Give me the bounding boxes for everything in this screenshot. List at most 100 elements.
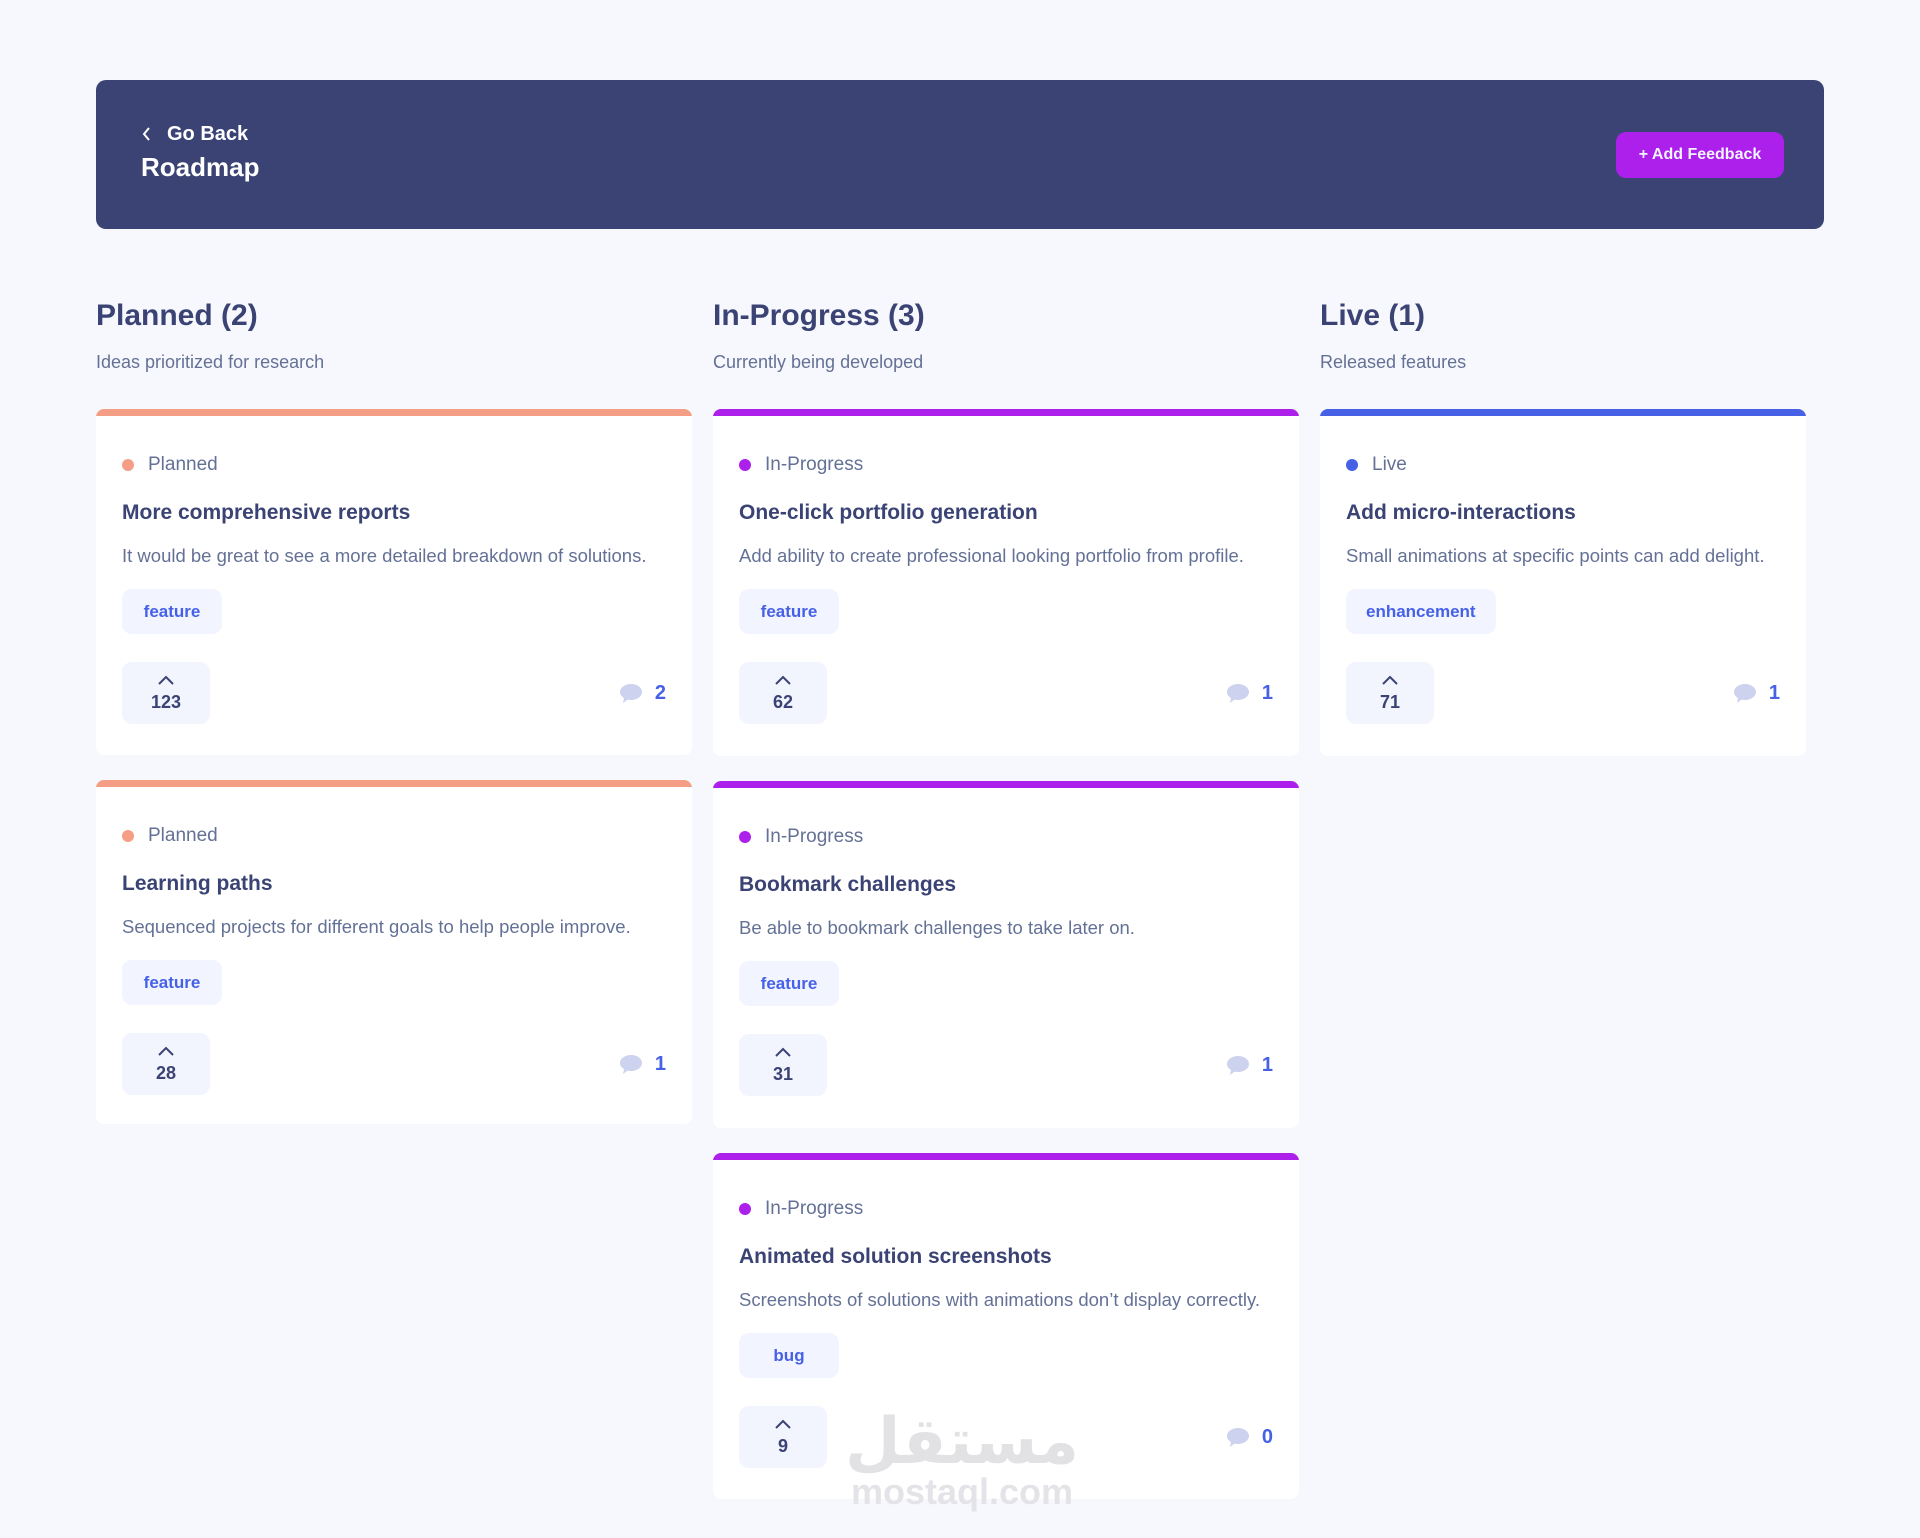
- category-tag: feature: [122, 960, 222, 1005]
- comment-count: 1: [1261, 1053, 1273, 1076]
- status-label: In-Progress: [739, 1197, 1273, 1221]
- roadmap-card[interactable]: Live Add micro-interactions Small animat…: [1320, 409, 1806, 756]
- comments-count: 1: [1226, 682, 1273, 705]
- upvote-button[interactable]: 28: [122, 1033, 210, 1095]
- page-title: Roadmap: [141, 151, 260, 182]
- comment-bubble-icon: [1226, 1427, 1250, 1448]
- roadmap-page: { "header": { "go_back_label": "Go Back"…: [0, 0, 1920, 1538]
- card-description: Sequenced projects for different goals t…: [122, 916, 631, 937]
- roadmap-card[interactable]: In-Progress Animated solution screenshot…: [713, 1153, 1299, 1499]
- chevron-up-icon: [157, 1045, 175, 1057]
- comments-count: 2: [619, 682, 666, 705]
- card-title[interactable]: One-click portfolio generation: [739, 499, 1273, 527]
- column-title: Planned (2): [96, 299, 258, 332]
- comment-bubble-icon: [619, 683, 643, 704]
- card-title[interactable]: Bookmark challenges: [739, 871, 1273, 899]
- go-back-link[interactable]: Go Back: [141, 123, 259, 146]
- column-description: Released features: [1320, 352, 1467, 372]
- upvote-count: 28: [155, 1062, 177, 1083]
- upvote-button[interactable]: 9: [739, 1406, 827, 1468]
- status-text: Planned: [148, 825, 218, 846]
- status-bar: [96, 409, 692, 416]
- status-dot-icon: [739, 459, 751, 471]
- upvote-count: 71: [1379, 691, 1401, 712]
- comment-bubble-icon: [1733, 683, 1757, 704]
- comments-count: 0: [1226, 1426, 1273, 1449]
- upvote-count: 9: [777, 1435, 788, 1456]
- status-dot-icon: [739, 831, 751, 843]
- roadmap-card[interactable]: In-Progress One-click portfolio generati…: [713, 409, 1299, 756]
- roadmap-card[interactable]: Planned Learning paths Sequenced project…: [96, 780, 692, 1124]
- comment-count: 2: [654, 681, 666, 704]
- upvote-count: 31: [772, 1063, 794, 1084]
- category-tag: enhancement: [1346, 589, 1496, 634]
- comment-count: 0: [1261, 1425, 1273, 1448]
- card-title[interactable]: Learning paths: [122, 870, 666, 898]
- roadmap-card[interactable]: Planned More comprehensive reports It wo…: [96, 409, 692, 755]
- add-feedback-button[interactable]: + Add Feedback: [1616, 131, 1784, 178]
- chevron-up-icon: [157, 674, 175, 686]
- status-text: In-Progress: [765, 454, 864, 475]
- status-text: Live: [1372, 454, 1407, 475]
- column-title: In-Progress (3): [713, 299, 925, 332]
- status-dot-icon: [122, 830, 134, 842]
- upvote-count: 123: [150, 691, 182, 712]
- upvote-count: 62: [772, 691, 794, 712]
- status-dot-icon: [122, 459, 134, 471]
- comment-bubble-icon: [1226, 683, 1250, 704]
- column-description: Ideas prioritized for research: [96, 352, 325, 372]
- comments-count: 1: [1733, 682, 1780, 705]
- category-tag: feature: [739, 961, 839, 1006]
- card-title[interactable]: Animated solution screenshots: [739, 1243, 1273, 1271]
- chevron-left-icon: [141, 126, 153, 142]
- card-description: Small animations at specific points can …: [1346, 545, 1765, 566]
- status-bar: [713, 781, 1299, 788]
- card-description: Be able to bookmark challenges to take l…: [739, 917, 1135, 938]
- status-label: In-Progress: [739, 825, 1273, 849]
- status-bar: [713, 1153, 1299, 1160]
- status-bar: [1320, 409, 1806, 416]
- column-planned: Planned (2) Ideas prioritized for resear…: [96, 296, 692, 374]
- card-title[interactable]: More comprehensive reports: [122, 499, 666, 527]
- column-live: Live (1) Released features: [1320, 296, 1806, 374]
- card-description: Screenshots of solutions with animations…: [739, 1289, 1260, 1310]
- status-text: In-Progress: [765, 826, 864, 847]
- status-dot-icon: [739, 1203, 751, 1215]
- header-left: Go Back Roadmap: [141, 123, 259, 183]
- roadmap-header: Go Back Roadmap + Add Feedback: [96, 80, 1824, 229]
- column-description: Currently being developed: [713, 352, 924, 372]
- status-dot-icon: [1346, 459, 1358, 471]
- chevron-up-icon: [774, 1418, 792, 1430]
- card-description: It would be great to see a more detailed…: [122, 545, 647, 566]
- card-title[interactable]: Add micro-interactions: [1346, 499, 1780, 527]
- comment-bubble-icon: [1226, 1055, 1250, 1076]
- status-text: In-Progress: [765, 1198, 864, 1219]
- roadmap-card[interactable]: In-Progress Bookmark challenges Be able …: [713, 781, 1299, 1128]
- status-bar: [96, 780, 692, 787]
- status-label: Planned: [122, 824, 666, 848]
- category-tag: bug: [739, 1333, 839, 1378]
- comment-count: 1: [1261, 681, 1273, 704]
- comment-count: 1: [654, 1052, 666, 1075]
- status-text: Planned: [148, 454, 218, 475]
- upvote-button[interactable]: 31: [739, 1034, 827, 1096]
- upvote-button[interactable]: 62: [739, 662, 827, 724]
- category-tag: feature: [739, 589, 839, 634]
- go-back-label: Go Back: [167, 122, 249, 145]
- upvote-button[interactable]: 71: [1346, 662, 1434, 724]
- comments-count: 1: [1226, 1054, 1273, 1077]
- chevron-up-icon: [774, 674, 792, 686]
- chevron-up-icon: [774, 1046, 792, 1058]
- column-in-progress: In-Progress (3) Currently being develope…: [713, 296, 1299, 374]
- comments-count: 1: [619, 1053, 666, 1076]
- comment-count: 1: [1768, 681, 1780, 704]
- chevron-up-icon: [1381, 674, 1399, 686]
- upvote-button[interactable]: 123: [122, 662, 210, 724]
- column-title: Live (1): [1320, 299, 1426, 332]
- status-label: Live: [1346, 453, 1780, 477]
- card-description: Add ability to create professional looki…: [739, 545, 1244, 566]
- status-bar: [713, 409, 1299, 416]
- status-label: In-Progress: [739, 453, 1273, 477]
- status-label: Planned: [122, 453, 666, 477]
- category-tag: feature: [122, 589, 222, 634]
